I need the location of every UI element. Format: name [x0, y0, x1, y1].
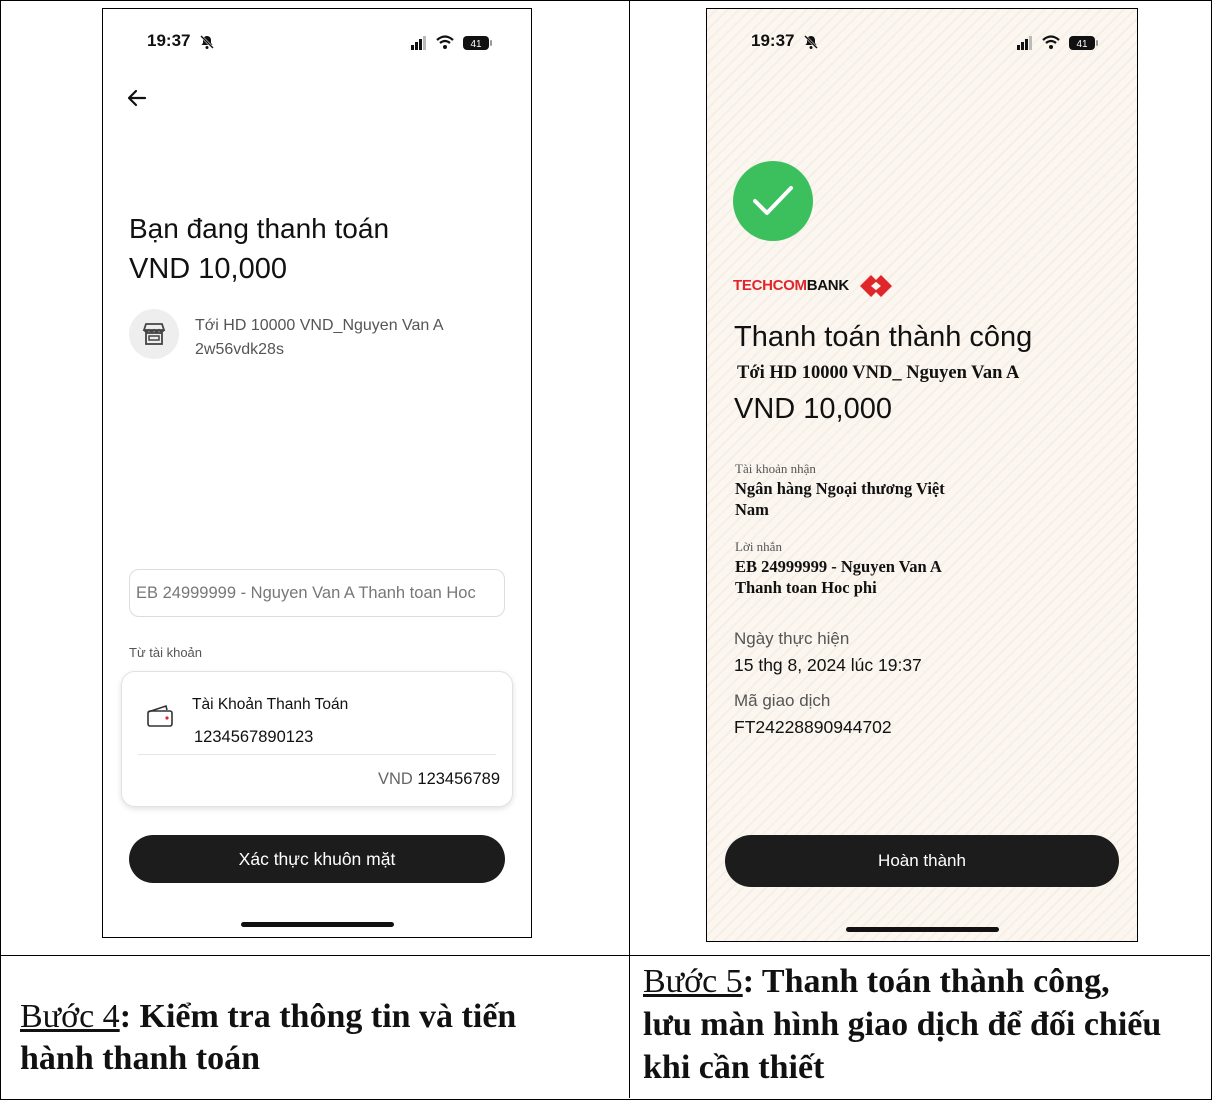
account-balance: VND 123456789 [378, 770, 500, 789]
wifi-icon [1042, 35, 1060, 49]
transaction-id-label: Mã giao dịch [734, 691, 831, 710]
step5-caption: Bước 5: Thanh toán thành công, lưu màn h… [643, 960, 1199, 1089]
svg-text:41: 41 [470, 39, 482, 50]
payment-amount: VND 10,000 [734, 393, 892, 425]
svg-text:41: 41 [1076, 39, 1088, 50]
date-value: 15 thg 8, 2024 lúc 19:37 [734, 655, 922, 675]
balance-currency: VND [377, 770, 413, 788]
wallet-icon [147, 704, 173, 727]
step4-line1: Bước 4: Kiểm tra thông tin và tiến [20, 996, 616, 1038]
recipient-name: Tới HD 10000 VND_ Nguyen Van A [737, 363, 1020, 383]
face-auth-button-label[interactable]: Xác thực khuôn mặt [239, 849, 396, 870]
step4-caption: Bước 4: Kiểm tra thông tin và tiến hành … [20, 996, 616, 1080]
step5-label: Bước 5 [643, 963, 743, 1000]
step4-text: : Kiểm tra thông tin và tiến [119, 998, 517, 1035]
checkmark-icon [753, 186, 793, 215]
page-title: Bạn đang thanh toán [129, 213, 390, 244]
logo-text-black: BANK [806, 277, 849, 294]
wifi-icon [436, 35, 454, 49]
recipient-id: 2w56vdk28s [195, 341, 284, 358]
message-value[interactable]: EB 24999999 - Nguyen Van A Thanh toan Ho… [136, 584, 476, 603]
from-account-label: Từ tài khoản [129, 645, 203, 660]
home-indicator [241, 922, 394, 927]
status-time: 19:37 [147, 31, 191, 50]
techcombank-diamond-icon [860, 275, 892, 297]
bell-muted-icon [804, 35, 818, 49]
message-line2: Thanh toan Hoc phi [735, 578, 877, 597]
logo-text-red: TECHCOM [733, 277, 807, 294]
store-icon [142, 323, 166, 345]
balance-value: 123456789 [417, 770, 500, 788]
step4-label: Bước 4 [20, 998, 120, 1035]
battery-icon: 41 [463, 36, 492, 50]
status-bar: 19:37 41 [751, 31, 1107, 53]
status-time: 19:37 [751, 31, 795, 50]
signal-icon [411, 36, 426, 50]
receiving-account-label: Tài khoản nhận [735, 461, 816, 476]
card-divider [138, 754, 496, 755]
bell-muted-icon [200, 35, 214, 49]
column-divider [629, 0, 630, 1098]
date-label: Ngày thực hiện [734, 629, 850, 648]
status-icons: 41 [1017, 35, 1098, 50]
step5-text3: khi cần thiết [643, 1049, 825, 1086]
back-arrow-icon[interactable] [127, 89, 147, 107]
success-title: Thanh toán thành công [734, 321, 1033, 353]
status-bar: 19:37 41 [147, 31, 501, 53]
transaction-id-value: FT24228890944702 [734, 717, 892, 737]
step5-text: : Thanh toán thành công, [742, 963, 1110, 1000]
step4-text2: hành thanh toán [20, 1040, 261, 1077]
status-icons: 41 [411, 35, 492, 50]
home-indicator [846, 927, 999, 932]
payment-confirmation-screen: 19:37 41 Bạn đang thanh toán VND 10,000 … [102, 8, 532, 938]
receiving-account-value: Ngân hàng Ngoại thương Việt Nam [735, 478, 945, 520]
battery-icon: 41 [1069, 36, 1098, 50]
face-auth-button[interactable]: Xác thực khuôn mặt [129, 835, 505, 883]
recipient-name: Tới HD 10000 VND_Nguyen Van A [195, 317, 444, 334]
done-button[interactable]: Hoàn thành [725, 835, 1119, 887]
techcombank-logo: TECHCOMBANK [733, 277, 849, 294]
step5-text2: lưu màn hình giao dịch để đối chiếu [643, 1006, 1162, 1043]
message-label: Lời nhắn [735, 539, 782, 554]
source-account-card[interactable]: Tài Khoản Thanh Toán 1234567890123 VND 1… [121, 671, 513, 807]
receiving-account-line2: Nam [735, 500, 769, 519]
signal-icon [1017, 36, 1032, 50]
done-button-label[interactable]: Hoàn thành [878, 851, 966, 871]
payment-amount: VND 10,000 [129, 253, 287, 285]
message-field[interactable]: EB 24999999 - Nguyen Van A Thanh toan Ho… [129, 569, 505, 617]
receiving-account-line1: Ngân hàng Ngoại thương Việt [735, 479, 945, 498]
account-number: 1234567890123 [194, 728, 314, 746]
merchant-avatar [129, 309, 179, 359]
payment-success-screen: 19:37 41 TECHCOMBANK Thanh toán thành cô… [706, 8, 1138, 942]
success-badge [733, 161, 813, 241]
account-name: Tài Khoản Thanh Toán [192, 696, 349, 713]
message-value: EB 24999999 - Nguyen Van A Thanh toan Ho… [735, 556, 942, 598]
message-line1: EB 24999999 - Nguyen Van A [735, 557, 942, 576]
row-divider [0, 955, 1210, 956]
